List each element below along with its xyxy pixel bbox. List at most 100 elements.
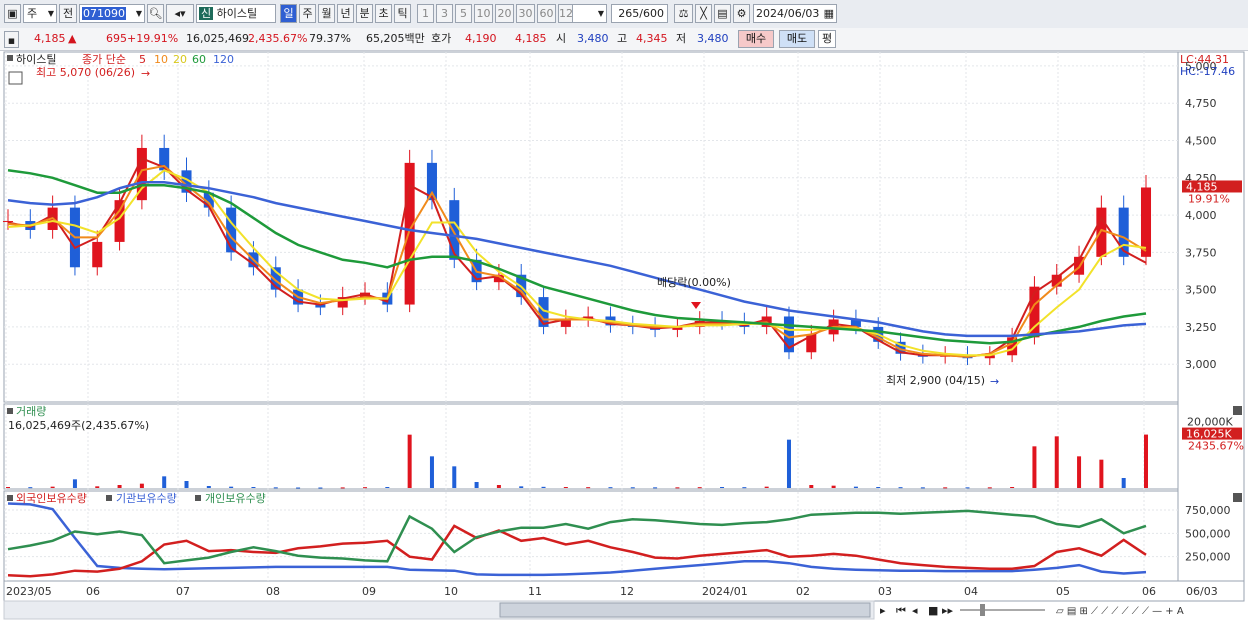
- date-field[interactable]: 2024/06/03 ▦: [753, 4, 837, 23]
- speaker-icon[interactable]: ◂▾: [166, 4, 194, 23]
- calendar-icon: ▦: [823, 7, 834, 20]
- draw-tool-icon[interactable]: ╳: [695, 4, 712, 23]
- volume-bar: [853, 486, 858, 488]
- rewind-icon[interactable]: ◂: [912, 604, 918, 617]
- volume-bar: [273, 487, 278, 489]
- x-tick-label: 06: [1142, 585, 1156, 598]
- volume-bar: [318, 487, 323, 489]
- window-menu-icon[interactable]: ▣: [4, 4, 21, 23]
- period-type-select[interactable]: 주 ▼: [23, 4, 57, 23]
- x-tick-label: 08: [266, 585, 280, 598]
- volume-title: 거래량: [16, 405, 46, 418]
- draw-tools-icon[interactable]: ▱ ▤ ⊞ ⟋ ⟋ ⟋ ⟋ ⟋ ⟋ — + A: [1056, 606, 1184, 617]
- forward-icon[interactable]: ▸▸: [942, 604, 954, 617]
- volume-bar: [541, 486, 546, 488]
- x-tick-label: 06: [86, 585, 100, 598]
- volume-bar: [1144, 434, 1148, 488]
- custom-minute-select[interactable]: ▼: [572, 4, 607, 23]
- volume-bar: [742, 487, 747, 489]
- x-tick-label: 02: [796, 585, 810, 598]
- candle-body: [92, 241, 103, 268]
- save-icon[interactable]: ▤: [714, 4, 731, 23]
- volume-bar: [407, 434, 412, 488]
- code-input[interactable]: 071090 ▼: [79, 4, 145, 23]
- gear-icon[interactable]: ⚙: [733, 4, 750, 23]
- panel-close-icon[interactable]: [1233, 406, 1242, 415]
- volume-bar: [6, 487, 10, 488]
- average-button[interactable]: 평: [818, 30, 836, 48]
- buy-button[interactable]: 매수: [738, 30, 774, 48]
- tab-틱[interactable]: 틱: [394, 4, 411, 23]
- minute-option-1[interactable]: 1: [417, 4, 434, 23]
- volume-bar: [563, 487, 568, 488]
- minute-option-60[interactable]: 60: [537, 4, 556, 23]
- minute-option-5[interactable]: 5: [455, 4, 472, 23]
- chevron-down-icon: ▼: [47, 9, 54, 18]
- tab-분[interactable]: 분: [356, 4, 373, 23]
- stop-icon[interactable]: ■: [928, 604, 938, 617]
- open-price: 3,480: [577, 32, 609, 45]
- minute-option-30[interactable]: 30: [516, 4, 535, 23]
- lowest-annotation: 최저 2,900 (04/15): [886, 374, 985, 387]
- period-type-value: 주: [27, 7, 38, 20]
- legend-marker-icon: [7, 408, 13, 414]
- stock-name: 하이스틸: [216, 7, 258, 20]
- holding-tick-label: 750,000: [1185, 504, 1231, 517]
- volume-bar: [697, 487, 702, 489]
- zoom-slider-handle[interactable]: [980, 604, 985, 616]
- volume-bar: [1121, 478, 1126, 488]
- legend-ma60: 60: [192, 53, 206, 66]
- x-tick-label: 10: [444, 585, 458, 598]
- tab-월[interactable]: 월: [318, 4, 335, 23]
- candle-body: [226, 207, 237, 253]
- volume-bar: [764, 486, 769, 488]
- current-price: 4,185: [34, 32, 66, 45]
- minute-option-10[interactable]: 10: [474, 4, 493, 23]
- scroll-right-icon[interactable]: ▸: [880, 604, 886, 617]
- quote-infobar: ▪ 4,185 ▲ 695 +19.91% 16,025,469 2,435.6…: [0, 28, 1248, 51]
- volume-bar: [429, 456, 434, 488]
- count-total: /600: [639, 7, 664, 20]
- minute-option-20[interactable]: 20: [495, 4, 514, 23]
- change-percent: +19.91%: [127, 32, 179, 45]
- stock-chart: 3,0003,2503,5003,7504,0004,2504,5004,750…: [2, 51, 1245, 620]
- tab-주[interactable]: 주: [299, 4, 316, 23]
- price-tick-label: 4,500: [1185, 135, 1217, 148]
- count-field[interactable]: 265/600: [611, 4, 668, 23]
- holding-tick-label: 250,000: [1185, 551, 1231, 564]
- legend-ma10: 10: [154, 53, 168, 66]
- price-tick-label: 4,000: [1185, 209, 1217, 222]
- collapse-icon[interactable]: ▪: [4, 31, 19, 48]
- volume-bar: [987, 487, 992, 489]
- grid-toggle-icon[interactable]: [8, 71, 23, 85]
- x-tick-label: 04: [964, 585, 978, 598]
- price-tick-label: 4,750: [1185, 97, 1217, 110]
- panel-close-icon[interactable]: [1233, 493, 1242, 502]
- scrollbar-thumb[interactable]: [499, 602, 871, 618]
- volume-bar: [831, 485, 836, 488]
- x-tick-label: 12: [620, 585, 634, 598]
- search-icon[interactable]: 🔍︎: [147, 4, 164, 23]
- volume-bar: [296, 487, 301, 489]
- high-price: 4,345: [636, 32, 668, 45]
- x-tick-label: 05: [1056, 585, 1070, 598]
- tab-년[interactable]: 년: [337, 4, 354, 23]
- volume-bar: [675, 487, 680, 489]
- minute-option-3[interactable]: 3: [436, 4, 453, 23]
- stock-name-field[interactable]: 신 하이스틸: [196, 4, 276, 23]
- chart-toolbar: ▣ 주 ▼ 전 071090 ▼ 🔍︎ ◂▾ 신 하이스틸 일주월년분초틱 1351…: [0, 0, 1248, 29]
- hc-value: HC:-17.46: [1180, 65, 1235, 78]
- volume-summary: 16,025,469주(2,435.67%): [8, 419, 149, 432]
- sell-button[interactable]: 매도: [779, 30, 815, 48]
- highest-annotation: 최고 5,070 (06/26): [36, 66, 135, 79]
- volume-bar: [139, 483, 144, 488]
- volume-bar: [474, 482, 479, 488]
- count-value: 265: [618, 7, 640, 20]
- compare-icon[interactable]: ⚖: [674, 4, 693, 23]
- prev-button[interactable]: 전: [59, 4, 77, 23]
- tab-초[interactable]: 초: [375, 4, 392, 23]
- volume-bar: [184, 481, 189, 488]
- x-tick-label: 2024/01: [702, 585, 748, 598]
- tab-일[interactable]: 일: [280, 4, 297, 23]
- play-back-icon[interactable]: ⏮: [896, 604, 906, 617]
